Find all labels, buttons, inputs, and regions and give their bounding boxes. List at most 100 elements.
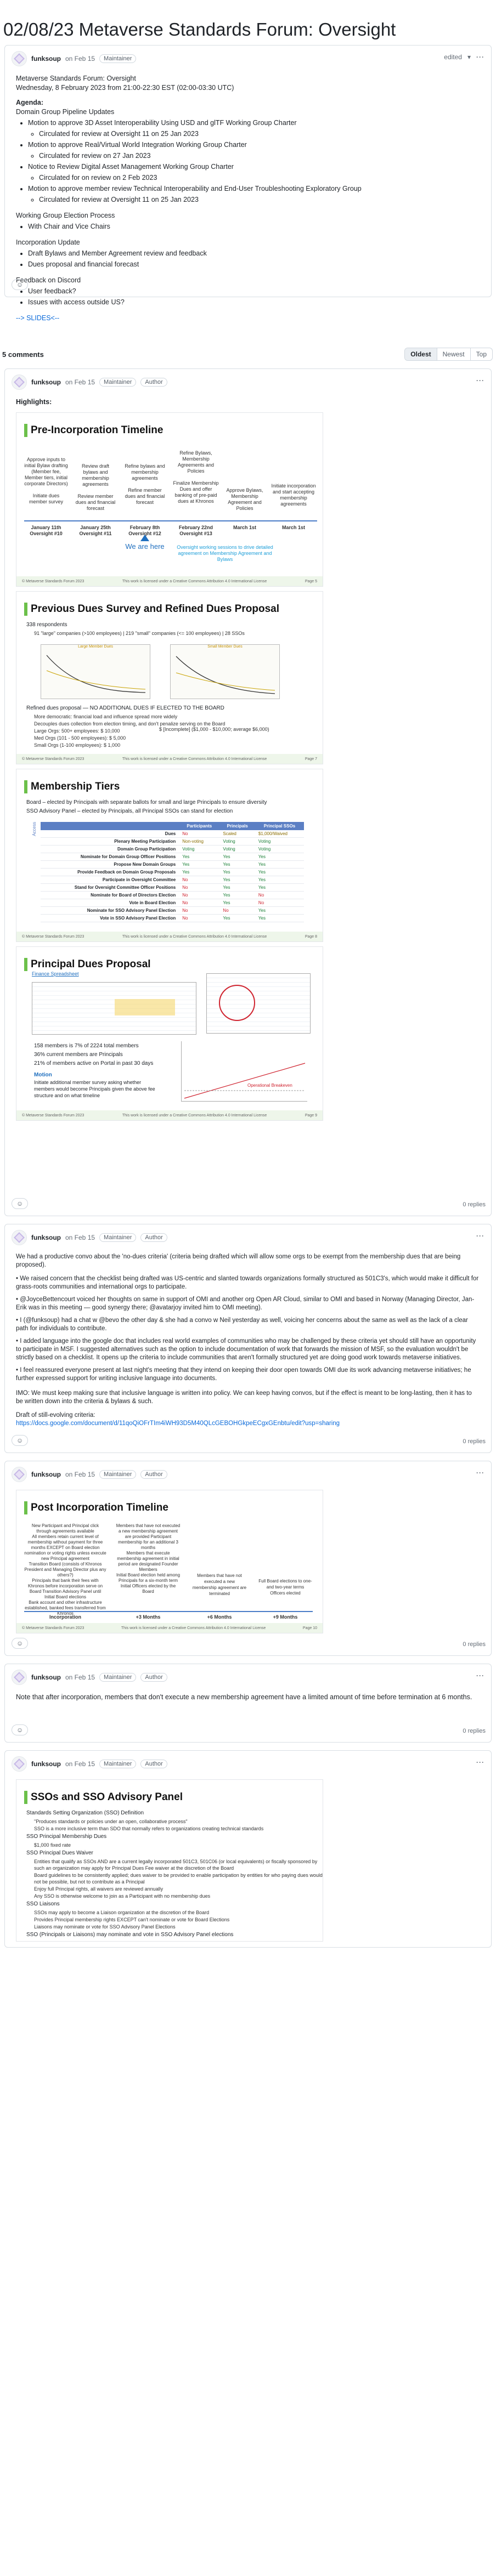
reply-count[interactable]: 0 replies [463, 1641, 486, 1648]
avatar[interactable] [12, 1756, 27, 1772]
table-header: Principals [219, 822, 255, 830]
sort-top-button[interactable]: Top [470, 348, 492, 360]
add-reaction-button[interactable]: ☺ [12, 1198, 29, 1209]
slides-link[interactable]: --> SLIDES<-- [16, 314, 59, 322]
table-cell: No [179, 830, 220, 838]
bullet-text: SSO is a more inclusive term than SDO th… [34, 1826, 264, 1831]
more-options-icon[interactable]: ··· [476, 1672, 484, 1679]
bullet-text: Med Orgs (101 - 500 employees): $ 5,000 [34, 735, 126, 741]
add-reaction-button[interactable]: ☺ [12, 1638, 29, 1649]
author-name[interactable]: funksoup [31, 378, 61, 386]
agenda-subheading: Domain Group Pipeline Updates [16, 108, 115, 116]
comment-date[interactable]: on Feb 15 [65, 1471, 95, 1478]
bullet-text: Enjoy full Principal rights, all waivers… [34, 1886, 164, 1892]
avatar[interactable] [12, 1230, 27, 1245]
comment-date[interactable]: on Feb 15 [65, 1760, 95, 1768]
avatar[interactable] [12, 1467, 27, 1482]
add-reaction-button[interactable]: ☺ [12, 279, 29, 290]
sort-newest-button[interactable]: Newest [436, 348, 470, 360]
comment-date[interactable]: on Feb 15 [65, 1234, 95, 1241]
table-cell: Yes [255, 876, 304, 884]
table-cell: Yes [179, 860, 220, 869]
reply-count[interactable]: 0 replies [463, 1728, 486, 1734]
agenda-label: Agenda: [16, 99, 43, 106]
timeline-date: January 25th [80, 525, 111, 530]
post-body: Metaverse Standards Forum: Oversight Wedn… [5, 72, 491, 334]
table-cell: Yes [219, 860, 255, 869]
reply-count[interactable]: 0 replies [463, 1438, 486, 1445]
comment-date[interactable]: on Feb 15 [65, 1673, 95, 1681]
author-name[interactable]: funksoup [31, 1234, 61, 1241]
section-label: Feedback on Discord [16, 276, 81, 284]
list-item: Circulated for review on 27 Jan 2023 [39, 151, 480, 161]
bullet-text: SSO Advisory Panel – elected by Principa… [26, 808, 233, 814]
chart-small-member-dues: Small Member Dues [170, 644, 280, 699]
meeting-time: Wednesday, 8 February 2023 from 21:00-22… [16, 84, 234, 92]
author-name[interactable]: funksoup [31, 55, 61, 63]
avatar[interactable] [12, 375, 27, 390]
tiers-table: Participants Principals Principal SSOs D… [41, 822, 304, 922]
agenda-list: Motion to approve 3D Asset Interoperabil… [16, 118, 480, 205]
avatar[interactable] [12, 1670, 27, 1685]
table-cell: Yes [219, 883, 255, 892]
timeline-line [24, 1611, 313, 1612]
paragraph: Note that after incorporation, members t… [16, 1693, 472, 1701]
reply-count[interactable]: 0 replies [463, 1201, 486, 1208]
role-badge: Maintainer [99, 378, 137, 387]
bullet-text: Voting attendance at SSO Advisory Panel … [34, 1940, 323, 1941]
chevron-down-icon[interactable]: ▾ [467, 53, 471, 61]
comment: funksoup on Feb 15 Maintainer Author ···… [4, 1461, 492, 1656]
edited-label[interactable]: edited [444, 53, 462, 61]
table-cell: Yes [179, 868, 220, 876]
table-cell: Yes [255, 906, 304, 915]
more-options-icon[interactable]: ··· [476, 1758, 484, 1766]
timeline-date: February 22nd [178, 525, 213, 530]
more-options-icon[interactable]: ··· [476, 377, 484, 384]
draft-criteria-link[interactable]: https://docs.google.com/document/d/11qoQ… [16, 1420, 340, 1427]
post-date[interactable]: on Feb 15 [65, 55, 95, 63]
curve-graphic [176, 656, 275, 694]
row-label: Nominate for Domain Group Officer Positi… [41, 853, 179, 861]
chart-annotation: Operational Breakeven [247, 1083, 292, 1088]
section-label: Incorporation Update [16, 239, 80, 246]
add-reaction-button[interactable]: ☺ [12, 1724, 29, 1735]
table-cell: Yes [219, 891, 255, 899]
comments-bar: 5 comments Oldest Newest Top [0, 344, 496, 364]
author-name[interactable]: funksoup [31, 1471, 61, 1478]
comment-date[interactable]: on Feb 15 [65, 378, 95, 386]
avatar[interactable] [12, 51, 27, 66]
bullet-text: Provides Principal membership rights EXC… [34, 1917, 230, 1922]
author-name[interactable]: funksoup [31, 1673, 61, 1681]
sort-oldest-button[interactable]: Oldest [405, 348, 437, 360]
table-cell: No [179, 876, 220, 884]
avatar-icon [14, 377, 25, 388]
bullet-text: Liaisons may nominate or vote for SSO Ad… [34, 1924, 176, 1930]
list-item: @JoyceBettencourt voiced her thoughts on… [16, 1296, 475, 1311]
table-header: Participants [179, 822, 220, 830]
comment-header: funksoup on Feb 15 Maintainer Author ··· [5, 1461, 491, 1488]
row-label: Stand for Oversight Committee Officer Po… [41, 883, 179, 892]
table-header: Principal SSOs [255, 822, 304, 830]
table-row: Stand for Oversight Committee Officer Po… [41, 883, 304, 892]
bullet-text: Standards Setting Organization (SSO) Def… [26, 1810, 144, 1816]
row-label: Domain Group Participation [41, 845, 179, 853]
list-item: Dues proposal and financial forecast [28, 260, 480, 269]
more-options-icon[interactable]: ··· [476, 53, 484, 61]
avatar-icon [14, 53, 25, 64]
row-label: Dues [41, 830, 179, 838]
more-options-icon[interactable]: ··· [476, 1232, 484, 1240]
add-reaction-button[interactable]: ☺ [12, 1435, 29, 1446]
avatar-icon [14, 1758, 25, 1769]
list-item: Motion to approve Real/Virtual World Int… [28, 140, 480, 161]
more-options-icon[interactable]: ··· [476, 1469, 484, 1477]
timeline-step: Review draft bylaws and membership agree… [75, 463, 116, 511]
timeline-date: February 8th [129, 525, 160, 530]
bullet-text: $1,000 fixed rate [34, 1842, 71, 1848]
bullet-text: More democratic: financial load and infl… [34, 714, 178, 719]
chart-title: Large Member Dues [78, 645, 113, 649]
role-badge: Maintainer [99, 1233, 137, 1242]
slide-title: Pre-Incorporation Timeline [24, 424, 323, 437]
timeline-step: Members that have not executed a new mem… [116, 1523, 181, 1594]
table-cell: Voting [179, 845, 220, 853]
author-name[interactable]: funksoup [31, 1760, 61, 1768]
